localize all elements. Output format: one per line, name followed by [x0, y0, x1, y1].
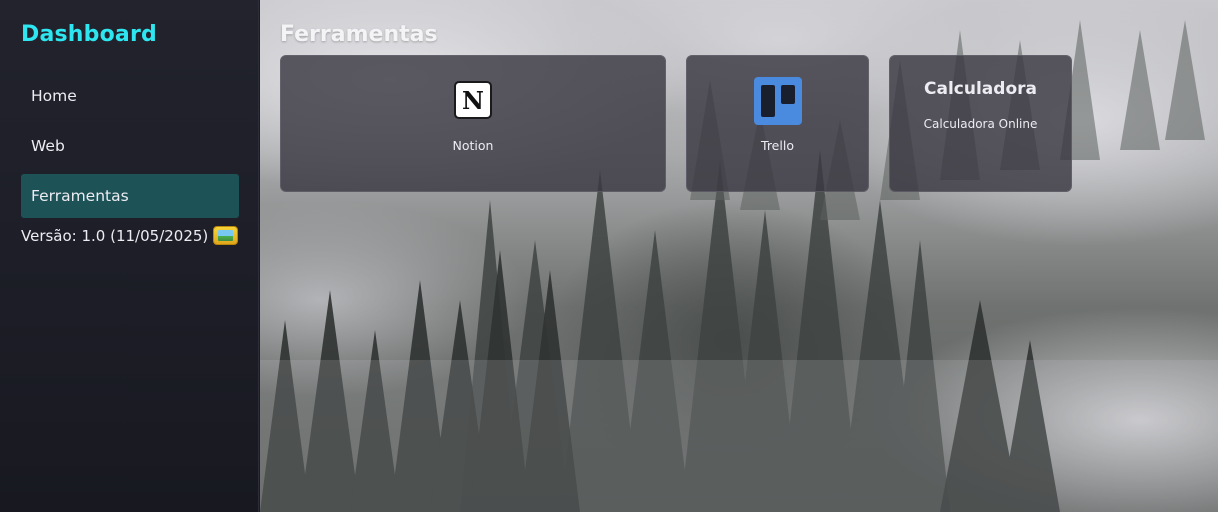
- notion-logo-icon: N: [454, 81, 492, 119]
- trello-logo-icon: [753, 77, 802, 125]
- sidebar-item-home[interactable]: Home: [21, 74, 239, 118]
- card-label-trello: Trello: [761, 138, 794, 153]
- version-text: Versão: 1.0 (11/05/2025): [21, 226, 209, 245]
- sidebar-item-ferramentas[interactable]: Ferramentas: [21, 174, 239, 218]
- image-icon: [213, 226, 239, 245]
- card-title-calculadora: Calculadora: [924, 79, 1037, 99]
- tool-card-trello[interactable]: Trello: [686, 55, 869, 192]
- dashboard-brand[interactable]: Dashboard: [21, 22, 157, 47]
- card-label-calculadora: Calculadora Online: [923, 117, 1038, 131]
- version-info: Versão: 1.0 (11/05/2025): [21, 226, 239, 245]
- main-content: Ferramentas N Notion Trello Calculadora …: [260, 0, 1218, 512]
- card-label-notion: Notion: [452, 138, 494, 153]
- sidebar: Dashboard Home Web Ferramentas Versão: 1…: [0, 0, 259, 512]
- tool-card-calculadora[interactable]: Calculadora Calculadora Online: [889, 55, 1072, 192]
- tool-card-notion[interactable]: N Notion: [280, 55, 666, 192]
- sidebar-item-web[interactable]: Web: [21, 124, 239, 168]
- page-title: Ferramentas: [280, 22, 438, 47]
